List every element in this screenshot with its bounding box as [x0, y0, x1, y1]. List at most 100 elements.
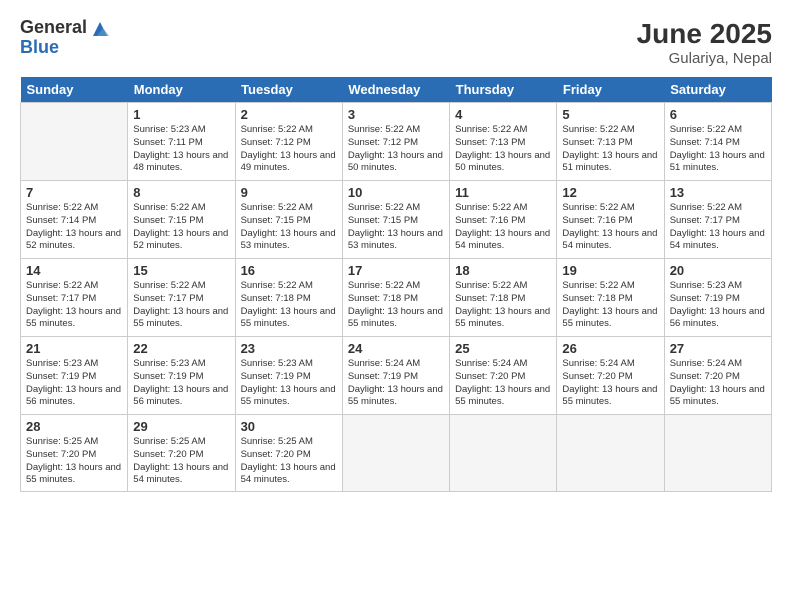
header-saturday: Saturday [664, 77, 771, 103]
day-info: Sunrise: 5:22 AMSunset: 7:18 PMDaylight:… [348, 280, 444, 331]
day-number: 6 [670, 107, 766, 122]
table-row[interactable]: 19 Sunrise: 5:22 AMSunset: 7:18 PMDayligh… [557, 259, 664, 337]
day-info: Sunrise: 5:22 AMSunset: 7:15 PMDaylight:… [348, 202, 444, 253]
table-row[interactable]: 14 Sunrise: 5:22 AMSunset: 7:17 PMDayligh… [21, 259, 128, 337]
day-number: 4 [455, 107, 551, 122]
day-number: 21 [26, 341, 122, 356]
day-number: 25 [455, 341, 551, 356]
logo-general: General [20, 18, 87, 38]
day-number: 11 [455, 185, 551, 200]
header-sunday: Sunday [21, 77, 128, 103]
table-row[interactable]: 8Sunrise: 5:22 AMSunset: 7:15 PMDaylight… [128, 181, 235, 259]
table-row[interactable]: 21Sunrise: 5:23 AMSunset: 7:19 PMDayligh… [21, 337, 128, 415]
logo: General Blue [20, 18, 111, 58]
day-info: Sunrise: 5:23 AMSunset: 7:19 PMDaylight:… [241, 358, 337, 409]
day-number: 29 [133, 419, 229, 434]
table-row[interactable]: 28 Sunrise: 5:25 AMSunset: 7:20 PMDayligh… [21, 415, 128, 492]
day-number: 20 [670, 263, 766, 278]
day-number: 7 [26, 185, 122, 200]
day-info: Sunrise: 5:24 AMSunset: 7:20 PMDaylight:… [670, 358, 766, 409]
calendar-title: June 2025 [637, 18, 772, 50]
calendar-week-row: 14 Sunrise: 5:22 AMSunset: 7:17 PMDayligh… [21, 259, 772, 337]
table-row[interactable]: 4 Sunrise: 5:22 AMSunset: 7:13 PMDaylight… [450, 103, 557, 181]
header-friday: Friday [557, 77, 664, 103]
day-info: Sunrise: 5:22 AMSunset: 7:17 PMDaylight:… [26, 280, 122, 331]
table-row[interactable]: 22 Sunrise: 5:23 AMSunset: 7:19 PMDayligh… [128, 337, 235, 415]
day-info: Sunrise: 5:22 AMSunset: 7:17 PMDaylight:… [133, 280, 229, 331]
day-number: 27 [670, 341, 766, 356]
table-row[interactable]: 9 Sunrise: 5:22 AMSunset: 7:15 PMDaylight… [235, 181, 342, 259]
day-info: Sunrise: 5:22 AMSunset: 7:17 PMDaylight:… [670, 202, 766, 253]
calendar-week-row: 21 Sunrise: 5:23 AMSunset: 7:19 PMDayligh… [21, 337, 772, 415]
table-row[interactable]: 6 Sunrise: 5:22 AMSunset: 7:14 PMDaylight… [664, 103, 771, 181]
table-row[interactable]: 13Sunrise: 5:22 AMSunset: 7:17 PMDayligh… [664, 181, 771, 259]
table-row[interactable]: 26 Sunrise: 5:24 AMSunset: 7:20 PMDayligh… [557, 337, 664, 415]
table-row[interactable]: 30 Sunrise: 5:25 AMSunset: 7:20 PMDayligh… [235, 415, 342, 492]
day-info: Sunrise: 5:22 AMSunset: 7:14 PMDaylight:… [670, 124, 766, 175]
day-number: 18 [455, 263, 551, 278]
day-info: Sunrise: 5:24 AMSunset: 7:20 PMDaylight:… [455, 358, 551, 409]
day-info: Sunrise: 5:23 AMSunset: 7:19 PMDaylight:… [133, 358, 229, 409]
day-info: Sunrise: 5:22 AMSunset: 7:18 PMDaylight:… [562, 280, 658, 331]
table-row[interactable]: 29 Sunrise: 5:25 AMSunset: 7:20 PMDayligh… [128, 415, 235, 492]
day-info: Sunrise: 5:22 AMSunset: 7:18 PMDaylight:… [241, 280, 337, 331]
day-number: 19 [562, 263, 658, 278]
day-info: Sunrise: 5:25 AMSunset: 7:20 PMDaylight:… [133, 436, 229, 487]
day-info: Sunrise: 5:24 AMSunset: 7:19 PMDaylight:… [348, 358, 444, 409]
calendar-subtitle: Gulariya, Nepal [637, 50, 772, 67]
day-number: 12 [562, 185, 658, 200]
day-number: 14 [26, 263, 122, 278]
logo-blue: Blue [20, 38, 87, 58]
table-row[interactable]: 25 Sunrise: 5:24 AMSunset: 7:20 PMDayligh… [450, 337, 557, 415]
table-row [21, 103, 128, 181]
day-info: Sunrise: 5:22 AMSunset: 7:12 PMDaylight:… [348, 124, 444, 175]
day-info: Sunrise: 5:22 AMSunset: 7:15 PMDaylight:… [241, 202, 337, 253]
day-number: 26 [562, 341, 658, 356]
table-row[interactable]: 17 Sunrise: 5:22 AMSunset: 7:18 PMDayligh… [342, 259, 449, 337]
day-number: 30 [241, 419, 337, 434]
day-info: Sunrise: 5:25 AMSunset: 7:20 PMDaylight:… [241, 436, 337, 487]
day-info: Sunrise: 5:24 AMSunset: 7:20 PMDaylight:… [562, 358, 658, 409]
day-number: 5 [562, 107, 658, 122]
day-info: Sunrise: 5:22 AMSunset: 7:13 PMDaylight:… [562, 124, 658, 175]
day-info: Sunrise: 5:25 AMSunset: 7:20 PMDaylight:… [26, 436, 122, 487]
calendar-week-row: 28 Sunrise: 5:25 AMSunset: 7:20 PMDayligh… [21, 415, 772, 492]
calendar-week-row: 1Sunrise: 5:23 AMSunset: 7:11 PMDaylight… [21, 103, 772, 181]
day-info: Sunrise: 5:22 AMSunset: 7:14 PMDaylight:… [26, 202, 122, 253]
table-row[interactable]: 10Sunrise: 5:22 AMSunset: 7:15 PMDayligh… [342, 181, 449, 259]
table-row[interactable]: 12 Sunrise: 5:22 AMSunset: 7:16 PMDayligh… [557, 181, 664, 259]
day-number: 16 [241, 263, 337, 278]
table-row[interactable]: 5 Sunrise: 5:22 AMSunset: 7:13 PMDaylight… [557, 103, 664, 181]
day-number: 24 [348, 341, 444, 356]
table-row[interactable]: 18 Sunrise: 5:22 AMSunset: 7:18 PMDayligh… [450, 259, 557, 337]
day-info: Sunrise: 5:22 AMSunset: 7:18 PMDaylight:… [455, 280, 551, 331]
day-number: 22 [133, 341, 229, 356]
day-number: 28 [26, 419, 122, 434]
day-info: Sunrise: 5:22 AMSunset: 7:16 PMDaylight:… [455, 202, 551, 253]
table-row[interactable]: 15 Sunrise: 5:22 AMSunset: 7:17 PMDayligh… [128, 259, 235, 337]
table-row[interactable]: 2Sunrise: 5:22 AMSunset: 7:12 PMDaylight… [235, 103, 342, 181]
page-header: General Blue June 2025 Gulariya, Nepal [20, 18, 772, 67]
table-row[interactable]: 20 Sunrise: 5:23 AMSunset: 7:19 PMDayligh… [664, 259, 771, 337]
day-info: Sunrise: 5:23 AMSunset: 7:19 PMDaylight:… [670, 280, 766, 331]
day-info: Sunrise: 5:22 AMSunset: 7:13 PMDaylight:… [455, 124, 551, 175]
day-number: 17 [348, 263, 444, 278]
day-number: 8 [133, 185, 229, 200]
table-row[interactable]: 7 Sunrise: 5:22 AMSunset: 7:14 PMDaylight… [21, 181, 128, 259]
table-row[interactable]: 16 Sunrise: 5:22 AMSunset: 7:18 PMDayligh… [235, 259, 342, 337]
day-info: Sunrise: 5:22 AMSunset: 7:16 PMDaylight:… [562, 202, 658, 253]
table-row[interactable]: 1Sunrise: 5:23 AMSunset: 7:11 PMDaylight… [128, 103, 235, 181]
table-row[interactable]: 24 Sunrise: 5:24 AMSunset: 7:19 PMDayligh… [342, 337, 449, 415]
table-row [664, 415, 771, 492]
day-number: 9 [241, 185, 337, 200]
day-number: 3 [348, 107, 444, 122]
table-row[interactable]: 27 Sunrise: 5:24 AMSunset: 7:20 PMDayligh… [664, 337, 771, 415]
table-row[interactable]: 3 Sunrise: 5:22 AMSunset: 7:12 PMDaylight… [342, 103, 449, 181]
header-wednesday: Wednesday [342, 77, 449, 103]
day-number: 15 [133, 263, 229, 278]
table-row[interactable]: 23Sunrise: 5:23 AMSunset: 7:19 PMDayligh… [235, 337, 342, 415]
header-row: Sunday Monday Tuesday Wednesday Thursday… [21, 77, 772, 103]
table-row[interactable]: 11 Sunrise: 5:22 AMSunset: 7:16 PMDayligh… [450, 181, 557, 259]
title-block: June 2025 Gulariya, Nepal [637, 18, 772, 67]
calendar-page: General Blue June 2025 Gulariya, Nepal S… [0, 0, 792, 612]
